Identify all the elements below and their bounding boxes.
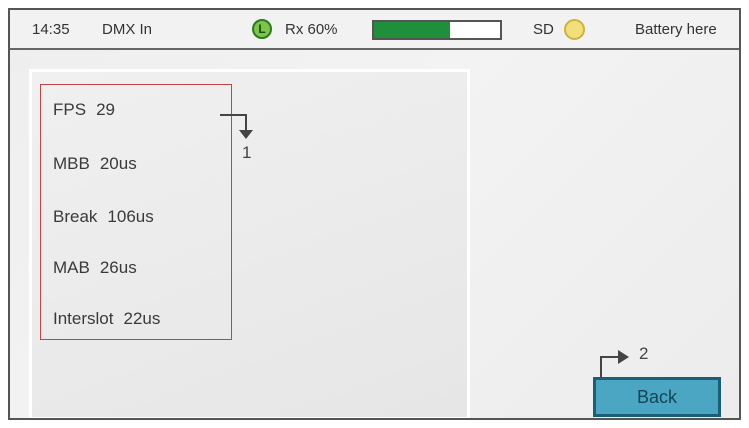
item-label: Interslot	[53, 309, 114, 328]
list-item-fps: FPS 29	[53, 100, 115, 120]
back-button[interactable]: Back	[593, 377, 721, 417]
status-time: 14:35	[32, 21, 70, 38]
item-label: MBB	[53, 154, 90, 173]
battery-label: Battery here	[635, 21, 717, 38]
item-value: 106us	[107, 207, 154, 226]
callout-arrow-icon	[220, 114, 253, 139]
list-item-interslot: Interslot 22us	[53, 309, 160, 329]
item-label: FPS	[53, 100, 87, 119]
device-screen: 14:35 DMX In L Rx 60% SD Battery here FP…	[8, 8, 741, 420]
rx-label: Rx 60%	[285, 21, 338, 38]
list-item-mbb: MBB 20us	[53, 154, 137, 174]
item-label: MAB	[53, 258, 90, 277]
status-mode: DMX In	[102, 21, 153, 38]
status-bar: 14:35 DMX In L Rx 60% SD Battery here	[10, 10, 739, 50]
list-item-break: Break 106us	[53, 207, 154, 227]
list-item-mab: MAB 26us	[53, 258, 137, 278]
callout-number-1: 1	[242, 143, 252, 162]
callout-number-2: 2	[639, 344, 649, 363]
rx-signal-fill	[374, 22, 450, 38]
item-value: 26us	[99, 258, 137, 277]
item-value: 20us	[99, 154, 137, 173]
item-label: Break	[53, 207, 98, 226]
item-value: 22us	[123, 309, 161, 328]
item-value: 29	[96, 100, 115, 119]
sd-status-icon	[564, 19, 585, 40]
l-status-icon: L	[252, 19, 272, 39]
rx-signal-bar	[372, 20, 502, 40]
sd-label: SD	[533, 21, 554, 38]
